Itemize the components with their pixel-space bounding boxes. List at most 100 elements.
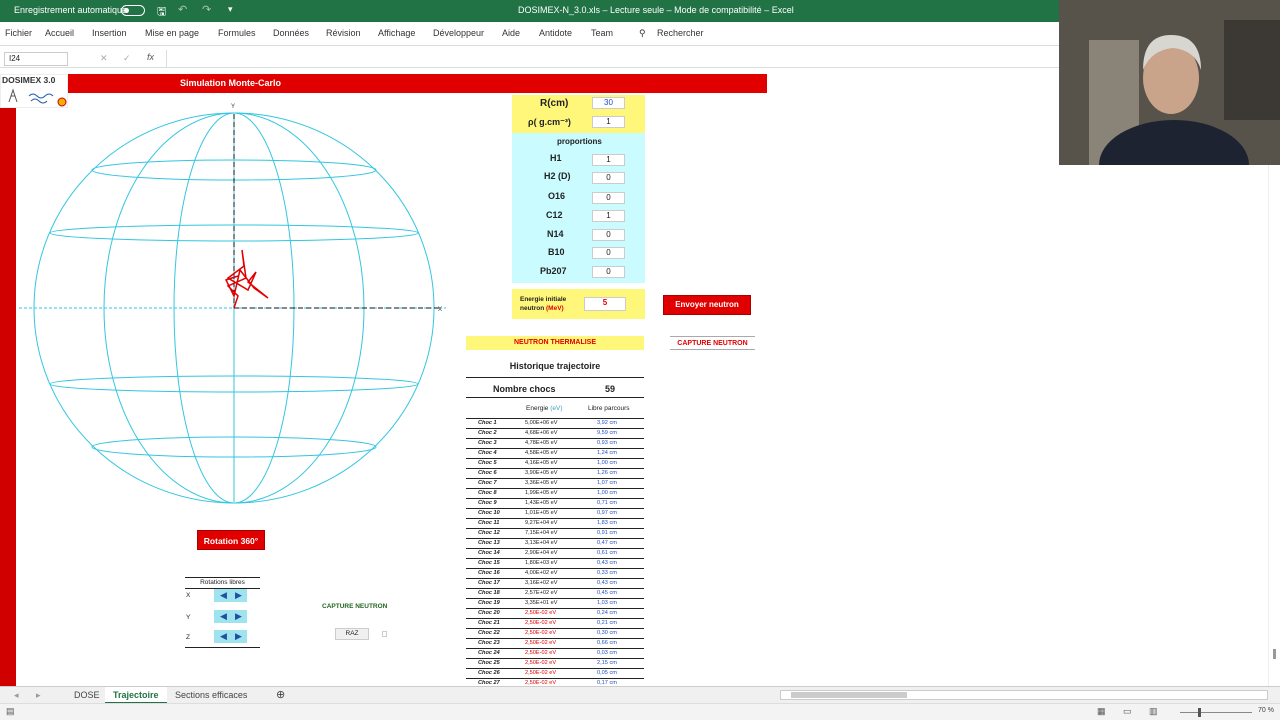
page-layout-icon[interactable]: ▭ [1123,706,1132,717]
tab-mise-en-page[interactable]: Mise en page [145,28,199,38]
tab-formules[interactable]: Formules [218,28,256,38]
macro-record-icon[interactable]: ▤ [6,706,15,717]
tab-donnees[interactable]: Données [273,28,309,38]
row-energy: 1,43E+05 eV [525,500,558,506]
horizontal-scrollbar-thumb[interactable] [791,692,907,698]
tab-insertion[interactable]: Insertion [92,28,127,38]
search-icon[interactable]: ⚲ [639,28,646,39]
table-row: Choc 8 1,99E+05 eV 1,00 cm [466,489,644,499]
vertical-scrollbar[interactable] [1268,74,1280,686]
row-shock-label: Choc 7 [478,480,497,486]
energy-label: Energie initiale neutron (MeV) [520,295,566,313]
send-neutron-button[interactable]: Envoyer neutron [663,295,751,315]
energy-input[interactable]: 5 [584,297,626,311]
formula-input[interactable] [166,50,1056,68]
undo-icon[interactable]: ↶ [178,3,187,16]
proportions-panel [512,133,645,283]
left-arrow-icon[interactable]: ◀ [220,631,227,642]
right-arrow-icon[interactable]: ▶ [235,631,242,642]
row-path: 0,97 cm [597,510,617,516]
element-h2-input[interactable]: 0 [592,172,625,184]
tab-fichier[interactable]: Fichier [5,28,32,38]
row-shock-label: Choc 12 [478,530,500,536]
zoom-slider[interactable] [1180,712,1252,713]
tab-antidote[interactable]: Antidote [539,28,572,38]
autosave-toggle[interactable] [121,5,145,16]
raz-button[interactable]: RAZ [335,628,369,640]
status-bar: ▤ ▦ ▭ ▥ 70 % [0,703,1280,720]
table-row: Choc 3 4,78E+05 eV 0,93 cm [466,439,644,449]
ribbon-tabs: Fichier Accueil Insertion Mise en page F… [0,22,1060,46]
tab-next-icon[interactable]: ▸ [36,690,41,701]
element-n14-input[interactable]: 0 [592,229,625,241]
enter-icon[interactable]: ✓ [123,53,131,64]
row-shock-label: Choc 9 [478,500,497,506]
row-path: 1,00 cm [597,490,617,496]
right-arrow-icon[interactable]: ▶ [235,590,242,601]
rot-x-spinner[interactable]: ◀ ▶ [214,589,247,602]
tab-affichage[interactable]: Affichage [378,28,415,38]
sheet-tab-trajectoire[interactable]: Trajectoire [105,687,167,704]
element-o16-input[interactable]: 0 [592,192,625,204]
capture-neutron-button[interactable]: CAPTURE NEUTRON [670,336,755,350]
raz-checkbox[interactable] [382,631,387,637]
worksheet[interactable]: Simulation Monte-Carlo DOSIMEX 3.0 Y X R… [0,74,1280,689]
rotation-360-button[interactable]: Rotation 360° [197,530,265,550]
table-row: Choc 16 4,00E+02 eV 0,33 cm [466,569,644,579]
sheet-tab-bar: ◂ ▸ DOSE Trajectoire Sections efficaces … [0,686,1280,704]
element-h1-input[interactable]: 1 [592,154,625,166]
sheet-tab-dose[interactable]: DOSE [74,690,100,700]
row-energy: 2,90E+04 eV [525,550,558,556]
quick-access-dropdown-icon[interactable]: ▾ [228,4,233,15]
element-b10-input[interactable]: 0 [592,247,625,259]
row-energy: 2,57E+02 eV [525,590,558,596]
horizontal-scrollbar[interactable] [780,690,1268,700]
redo-icon[interactable]: ↷ [202,3,211,16]
zoom-slider-thumb[interactable] [1198,708,1201,717]
row-shock-label: Choc 13 [478,540,500,546]
right-arrow-icon[interactable]: ▶ [235,611,242,622]
sheet-tab-sections[interactable]: Sections efficaces [175,690,247,700]
left-red-margin [0,108,16,686]
element-pb207-input[interactable]: 0 [592,266,625,278]
axis-y-label: Y [231,104,235,110]
row-shock-label: Choc 10 [478,510,500,516]
page-break-icon[interactable]: ▥ [1149,706,1158,717]
density-input[interactable]: 1 [592,116,625,128]
left-arrow-icon[interactable]: ◀ [220,590,227,601]
search-label[interactable]: Rechercher [657,28,704,38]
scrollbar-thumb[interactable] [1273,649,1276,659]
cancel-icon[interactable]: ✕ [100,53,108,64]
rot-z-spinner[interactable]: ◀ ▶ [214,630,247,643]
add-sheet-icon[interactable]: ⊕ [276,688,285,701]
rot-x-label: X [186,592,191,599]
energy-label-line1: Energie initiale [520,296,567,303]
name-box[interactable]: I24 [4,52,68,66]
tab-prev-icon[interactable]: ◂ [14,690,19,701]
element-c12-input[interactable]: 1 [592,210,625,222]
formula-bar: I24 ✕ ✓ fx [0,50,1060,68]
fx-icon[interactable]: fx [147,52,154,62]
row-shock-label: Choc 16 [478,570,500,576]
row-energy: 2,50E-02 eV [525,660,557,666]
table-row: Choc 10 1,01E+05 eV 0,97 cm [466,509,644,519]
row-path: 9,59 cm [597,430,617,436]
normal-view-icon[interactable]: ▦ [1097,706,1106,717]
row-path: 0,93 cm [597,440,617,446]
radius-input[interactable]: 30 [592,97,625,109]
tab-accueil[interactable]: Accueil [45,28,74,38]
save-icon[interactable]: 🖫 [157,3,166,22]
rot-y-spinner[interactable]: ◀ ▶ [214,610,247,623]
tab-developpeur[interactable]: Développeur [433,28,484,38]
row-energy: 1,01E+05 eV [525,510,558,516]
zoom-level[interactable]: 70 % [1258,707,1274,714]
tab-aide[interactable]: Aide [502,28,520,38]
row-shock-label: Choc 15 [478,560,500,566]
tab-revision[interactable]: Révision [326,28,361,38]
left-arrow-icon[interactable]: ◀ [220,611,227,622]
tab-team[interactable]: Team [591,28,613,38]
row-path: 0,05 cm [597,670,617,676]
table-row: Choc 1 5,00E+06 eV 3,92 cm [466,419,644,429]
logo-text: DOSIMEX 3.0 [2,75,56,85]
table-row: Choc 6 3,90E+05 eV 1,26 cm [466,469,644,479]
